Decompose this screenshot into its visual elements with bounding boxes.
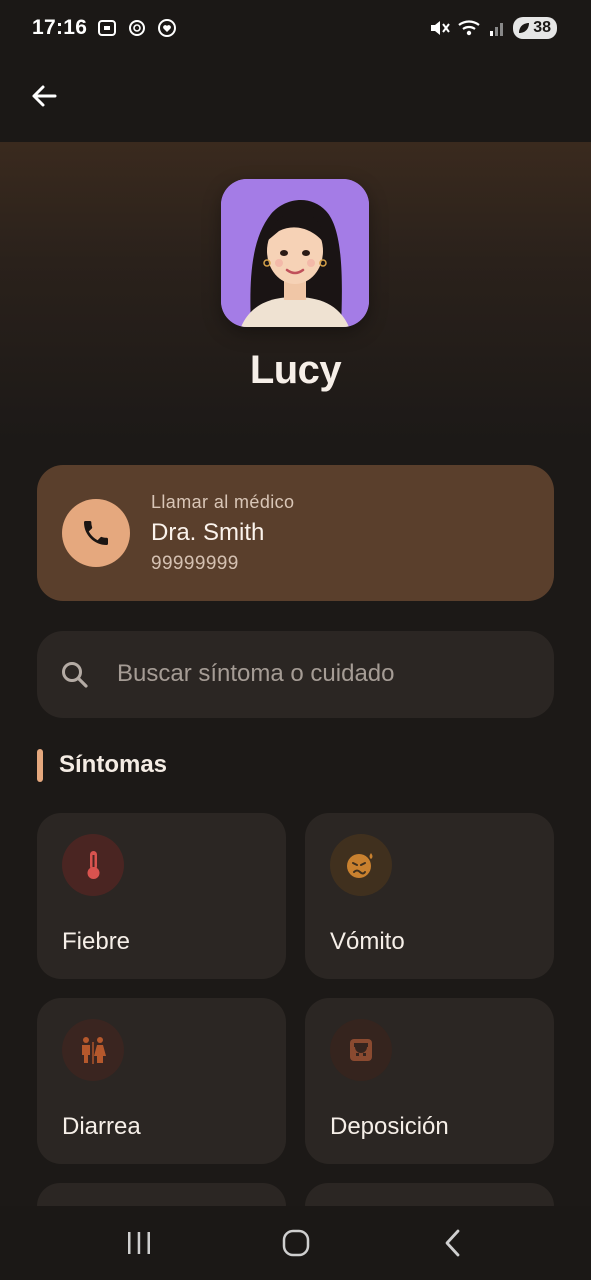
section-accent-bar <box>37 749 43 782</box>
sick-face-icon <box>330 834 392 896</box>
search-bar[interactable] <box>37 631 554 718</box>
doctor-name: Dra. Smith <box>151 519 265 546</box>
battery-level: 38 <box>533 19 551 36</box>
status-time: 17:16 <box>32 16 88 39</box>
thermometer-icon <box>62 834 124 896</box>
symptom-label: Deposición <box>330 1113 449 1140</box>
call-doctor-card[interactable]: Llamar al médico Dra. Smith 99999999 <box>37 465 554 601</box>
toilet-icon <box>330 1019 392 1081</box>
system-nav-bar <box>0 1206 591 1280</box>
back-icon <box>445 1229 459 1257</box>
symptom-card-vomito[interactable]: Vómito <box>305 813 554 979</box>
symptom-card-partial[interactable] <box>305 1183 554 1206</box>
signal-icon <box>490 23 504 36</box>
mute-icon <box>431 21 451 35</box>
symptom-card-fiebre[interactable]: Fiebre <box>37 813 286 979</box>
symptom-label: Fiebre <box>62 928 131 955</box>
doctor-phone: 99999999 <box>151 553 239 574</box>
app-bar <box>0 56 591 142</box>
call-button[interactable] <box>62 499 130 567</box>
profile-name: Lucy <box>249 348 342 392</box>
status-bar: 17:16 38 <box>0 0 591 56</box>
chatgpt-icon <box>129 20 146 36</box>
recent-apps-button[interactable] <box>109 1218 169 1268</box>
nav-back-button[interactable] <box>423 1218 483 1268</box>
symptom-label: Vómito <box>330 928 405 955</box>
home-icon <box>282 1229 309 1257</box>
symptom-card-deposicion[interactable]: Deposición <box>305 998 554 1164</box>
search-icon <box>62 662 88 688</box>
avatar <box>221 179 369 327</box>
arrow-left-icon <box>32 85 57 107</box>
symptom-card-diarrea[interactable]: Diarrea <box>37 998 286 1164</box>
wifi-icon <box>458 20 480 36</box>
battery-icon: 38 <box>513 17 557 39</box>
home-button[interactable] <box>266 1218 326 1268</box>
phone-icon <box>84 521 108 545</box>
symptom-label: Diarrea <box>62 1113 141 1140</box>
call-label: Llamar al médico <box>151 492 295 512</box>
restroom-icon <box>62 1019 124 1081</box>
back-button[interactable] <box>24 76 64 116</box>
recent-apps-icon <box>127 1232 150 1254</box>
symptom-card-partial[interactable] <box>37 1183 286 1206</box>
heart-circle-icon <box>158 19 177 37</box>
section-title: Síntomas <box>59 751 168 778</box>
search-input[interactable] <box>117 651 537 697</box>
screenshot-icon <box>98 20 117 36</box>
